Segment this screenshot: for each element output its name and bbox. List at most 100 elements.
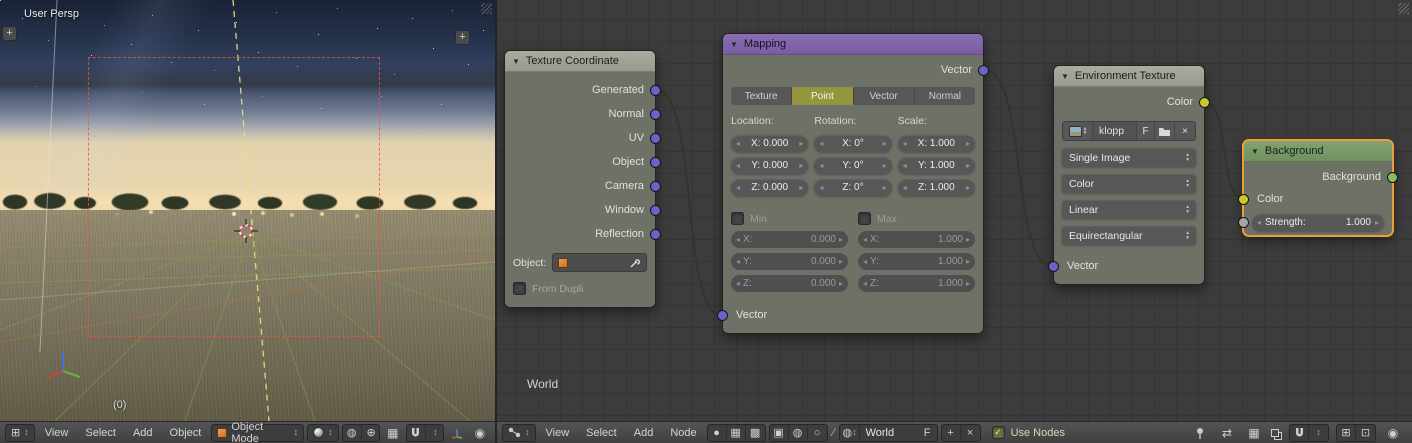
- menu-object[interactable]: Object: [163, 427, 209, 439]
- datablock-name-field[interactable]: World: [860, 427, 918, 439]
- scale-z-field[interactable]: ◂Z: 1.000▸: [898, 179, 975, 196]
- socket-vector-output[interactable]: [978, 65, 989, 76]
- image-browse-button[interactable]: ▴▾: [1063, 122, 1093, 140]
- strength-field[interactable]: ◂ Strength: 1.000 ▸: [1252, 214, 1384, 231]
- color-space-dropdown[interactable]: Color ▴▾: [1062, 174, 1196, 193]
- max-checkbox[interactable]: [858, 212, 871, 225]
- shader-nodes-button[interactable]: ●: [708, 425, 727, 441]
- socket-uv-output[interactable]: [650, 133, 661, 144]
- socket-vector-input[interactable]: [1048, 261, 1059, 272]
- socket-color-output[interactable]: [1199, 97, 1210, 108]
- node-editor-canvas[interactable]: ▼ Texture Coordinate Generated Normal UV…: [497, 0, 1412, 421]
- socket-strength-input[interactable]: [1238, 217, 1249, 228]
- collapse-icon[interactable]: ▼: [512, 57, 520, 66]
- render-opengl-button[interactable]: ◉: [470, 424, 490, 442]
- fake-user-button[interactable]: F: [918, 425, 937, 441]
- orbit-icon-button[interactable]: ⊕: [362, 425, 380, 441]
- source-dropdown[interactable]: Single Image ▴▾: [1062, 148, 1196, 167]
- socket-reflection-output[interactable]: [650, 229, 661, 240]
- rotation-z-field[interactable]: ◂Z: 0°▸: [814, 179, 891, 196]
- node-header[interactable]: ▼ Texture Coordinate: [505, 51, 655, 72]
- texture-nodes-button[interactable]: ▩: [746, 425, 765, 441]
- fake-user-button[interactable]: F: [1137, 122, 1155, 140]
- location-y-field[interactable]: ◂Y: 0.000▸: [731, 157, 808, 174]
- unlink-image-button[interactable]: ×: [1175, 122, 1195, 140]
- tab-texture[interactable]: Texture: [731, 87, 792, 105]
- socket-window-output[interactable]: [650, 205, 661, 216]
- image-name-field[interactable]: klopp: [1093, 122, 1137, 140]
- render-button[interactable]: ◉: [1383, 424, 1403, 442]
- socket-background-output[interactable]: [1387, 172, 1398, 183]
- snap-element-dropdown[interactable]: ↕: [426, 425, 444, 441]
- tab-vector[interactable]: Vector: [854, 87, 915, 105]
- socket-normal-output[interactable]: [650, 109, 661, 120]
- node-texture-coordinate[interactable]: ▼ Texture Coordinate Generated Normal UV…: [504, 50, 656, 308]
- go-to-parent-button[interactable]: ⇄: [1217, 424, 1237, 442]
- tab-normal[interactable]: Normal: [915, 87, 975, 105]
- layers-button[interactable]: ▦: [383, 424, 403, 442]
- node-mapping[interactable]: ▼ Mapping Vector Texture Point Vector No…: [722, 33, 984, 334]
- rotation-x-field[interactable]: ◂X: 0°▸: [814, 135, 891, 152]
- backdrop-button[interactable]: ▦: [1244, 424, 1264, 442]
- toolshelf-expand-button[interactable]: +: [2, 26, 17, 41]
- socket-color-input[interactable]: [1238, 194, 1249, 205]
- use-nodes-checkbox[interactable]: ✓: [992, 426, 1005, 439]
- rotation-y-field[interactable]: ◂Y: 0°▸: [814, 157, 891, 174]
- pin-button[interactable]: [1190, 424, 1210, 442]
- mode-dropdown[interactable]: Object Mode ↕: [211, 424, 304, 442]
- copy-icon[interactable]: [1271, 429, 1279, 437]
- lamp-shader-button[interactable]: ○: [808, 425, 827, 441]
- shading-dropdown[interactable]: ↕: [307, 424, 339, 442]
- scale-x-field[interactable]: ◂X: 1.000▸: [898, 135, 975, 152]
- snap-target-button[interactable]: ⊡: [1356, 425, 1375, 441]
- node-header[interactable]: ▼ Background: [1244, 141, 1392, 162]
- collapse-icon[interactable]: ▼: [1061, 72, 1069, 81]
- open-image-button[interactable]: [1155, 122, 1175, 140]
- object-shader-button[interactable]: ▣: [770, 425, 789, 441]
- menu-add[interactable]: Add: [126, 427, 160, 439]
- use-nodes-toggle[interactable]: ✓ Use Nodes: [992, 426, 1065, 439]
- node-environment-texture[interactable]: ▼ Environment Texture Color ▴▾ klopp F ×: [1053, 65, 1205, 285]
- socket-camera-output[interactable]: [650, 181, 661, 192]
- menu-add[interactable]: Add: [627, 427, 661, 439]
- socket-generated-output[interactable]: [650, 85, 661, 96]
- projection-dropdown[interactable]: Equirectangular ▴▾: [1062, 226, 1196, 245]
- new-datablock-button[interactable]: +: [942, 425, 961, 441]
- collapse-icon[interactable]: ▼: [1251, 147, 1259, 156]
- compositing-nodes-button[interactable]: ▦: [727, 425, 746, 441]
- location-x-field[interactable]: ◂X: 0.000▸: [731, 135, 808, 152]
- interpolation-dropdown[interactable]: Linear ▴▾: [1062, 200, 1196, 219]
- collapse-icon[interactable]: ▼: [730, 40, 738, 49]
- snap-grid-button[interactable]: ⊞: [1337, 425, 1356, 441]
- scale-y-field[interactable]: ◂Y: 1.000▸: [898, 157, 975, 174]
- browse-world-button[interactable]: ◍ ↕: [840, 425, 859, 441]
- eyedropper-icon[interactable]: [629, 257, 641, 269]
- socket-vector-input[interactable]: [717, 310, 728, 321]
- unlink-datablock-button[interactable]: ×: [961, 425, 980, 441]
- node-header[interactable]: ▼ Mapping: [723, 34, 983, 55]
- area-resize-grip[interactable]: [481, 3, 492, 14]
- globe-icon-button[interactable]: ◍: [343, 425, 362, 441]
- menu-view[interactable]: View: [539, 427, 577, 439]
- manipulator-axis-button[interactable]: [447, 424, 467, 442]
- viewport-3d-canvas[interactable]: User Persp (0) + +: [0, 0, 495, 421]
- snap-magnet-button[interactable]: [1290, 425, 1309, 441]
- menu-select[interactable]: Select: [579, 427, 624, 439]
- node-background[interactable]: ▼ Background Background Color ◂ Strength…: [1243, 140, 1393, 236]
- menu-view[interactable]: View: [38, 427, 76, 439]
- properties-panel-expand-button[interactable]: +: [455, 30, 470, 45]
- from-dupli-checkbox[interactable]: [513, 282, 526, 295]
- tab-point[interactable]: Point: [792, 87, 853, 105]
- menu-select[interactable]: Select: [78, 427, 123, 439]
- object-selector[interactable]: [552, 253, 647, 272]
- snap-element-dropdown[interactable]: ↕: [1309, 425, 1328, 441]
- editor-type-button[interactable]: ↕: [502, 424, 536, 442]
- min-checkbox[interactable]: [731, 212, 744, 225]
- node-header[interactable]: ▼ Environment Texture: [1054, 66, 1204, 87]
- snap-magnet-button[interactable]: [407, 425, 426, 441]
- editor-type-button[interactable]: ⊞ ↕: [5, 424, 35, 442]
- world-shader-button[interactable]: ◍: [789, 425, 808, 441]
- socket-object-output[interactable]: [650, 157, 661, 168]
- area-resize-grip[interactable]: [1398, 3, 1409, 14]
- menu-node[interactable]: Node: [663, 427, 703, 439]
